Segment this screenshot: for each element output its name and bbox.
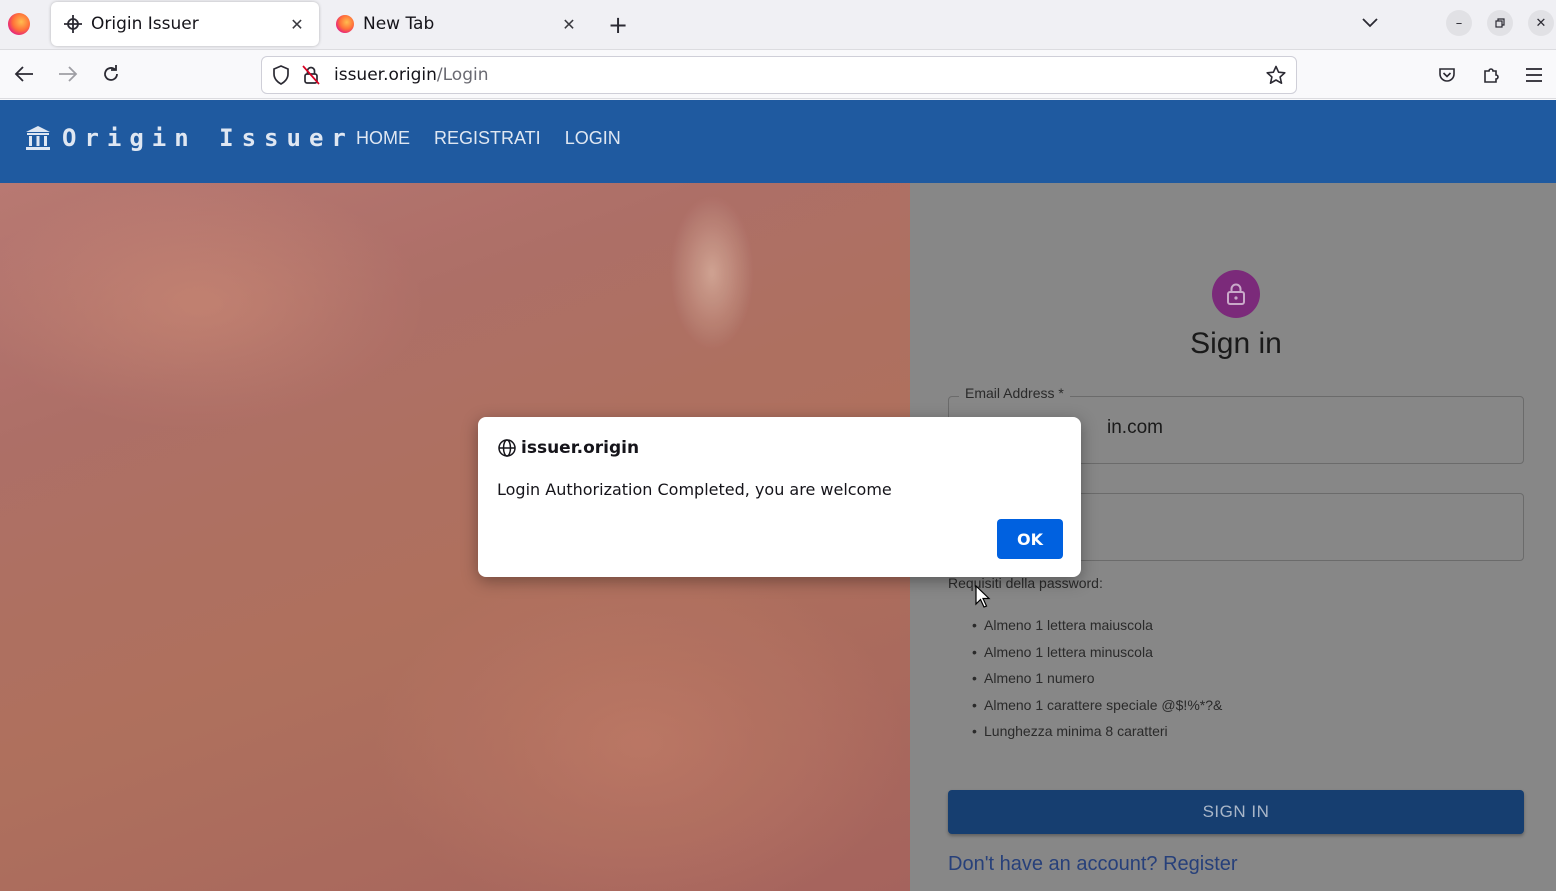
list-item: • Lunghezza minima 8 caratteri — [972, 723, 1168, 740]
list-item: • Almeno 1 lettera minuscola — [972, 643, 1153, 660]
password-requirements-list: • Almeno 1 lettera maiuscola • Almeno 1 le… — [972, 617, 1223, 750]
browser-nav-bar: issuer.origin/Login — [0, 50, 1556, 99]
firefox-tab-icon — [335, 14, 355, 34]
hamburger-menu-icon[interactable] — [1521, 62, 1547, 88]
mouse-pointer-icon — [975, 585, 991, 608]
register-link[interactable]: Don't have an account? Register — [948, 853, 1238, 876]
url-path: /Login — [436, 65, 489, 85]
bank-icon — [24, 124, 52, 152]
nav-home[interactable]: HOME — [356, 128, 410, 149]
forward-arrow-icon[interactable] — [54, 60, 82, 88]
browser-tab-bar: Origin Issuer ✕ New Tab ✕ + – ✕ — [0, 0, 1556, 50]
bookmark-star-icon[interactable] — [1264, 63, 1288, 87]
shield-icon[interactable] — [270, 64, 292, 86]
dialog-header: issuer.origin — [497, 438, 639, 458]
signin-title: Sign in — [1190, 327, 1282, 360]
dialog-message: Login Authorization Completed, you are w… — [497, 480, 892, 499]
list-all-tabs-chevron-icon[interactable] — [1357, 10, 1383, 36]
close-tab-icon[interactable]: ✕ — [559, 14, 579, 34]
pocket-icon[interactable] — [1434, 62, 1460, 88]
signin-button[interactable]: SIGN IN — [948, 790, 1524, 834]
restore-icon[interactable] — [1487, 10, 1513, 36]
dialog-origin: issuer.origin — [521, 438, 640, 458]
password-requirements-title: Requisiti della password: — [948, 575, 1103, 591]
email-value: in.com — [1107, 417, 1163, 438]
nav-login[interactable]: LOGIN — [565, 128, 621, 149]
insecure-lock-icon[interactable] — [300, 64, 322, 86]
main-nav: HOME REGISTRATI LOGIN — [356, 128, 645, 149]
firefox-logo-icon — [8, 13, 30, 35]
reload-icon[interactable] — [97, 60, 125, 88]
globe-icon — [497, 438, 517, 458]
url-domain: issuer.origin — [334, 65, 437, 85]
minimize-icon[interactable]: – — [1446, 10, 1472, 36]
email-label: Email Address * — [959, 385, 1070, 401]
nav-registrati[interactable]: REGISTRATI — [434, 128, 541, 149]
tab-origin-issuer[interactable]: Origin Issuer ✕ — [51, 2, 319, 46]
list-item: • Almeno 1 lettera maiuscola — [972, 617, 1153, 633]
address-bar[interactable]: issuer.origin/Login — [261, 56, 1297, 94]
brand[interactable]: Origin Issuer — [24, 124, 354, 152]
ok-button[interactable]: OK — [997, 519, 1063, 559]
tab-title: New Tab — [363, 14, 435, 34]
extensions-puzzle-icon[interactable] — [1478, 62, 1504, 88]
close-tab-icon[interactable]: ✕ — [287, 14, 307, 34]
brand-name: Origin Issuer — [62, 124, 354, 152]
tab-title: Origin Issuer — [91, 14, 199, 34]
back-arrow-icon[interactable] — [10, 60, 38, 88]
tab-new-tab[interactable]: New Tab ✕ — [323, 2, 591, 46]
crosshair-icon — [63, 14, 83, 34]
alert-dialog: issuer.origin Login Authorization Comple… — [478, 417, 1081, 577]
new-tab-plus-icon[interactable]: + — [604, 11, 632, 39]
close-window-icon[interactable]: ✕ — [1528, 10, 1554, 36]
list-item: • Almeno 1 carattere speciale @$!%*?& — [972, 696, 1223, 713]
lock-icon — [1212, 270, 1260, 318]
app-header: Origin Issuer HOME REGISTRATI LOGIN — [0, 100, 1556, 183]
url-text[interactable]: issuer.origin/Login — [334, 65, 1264, 85]
list-item: • Almeno 1 numero — [972, 670, 1095, 687]
